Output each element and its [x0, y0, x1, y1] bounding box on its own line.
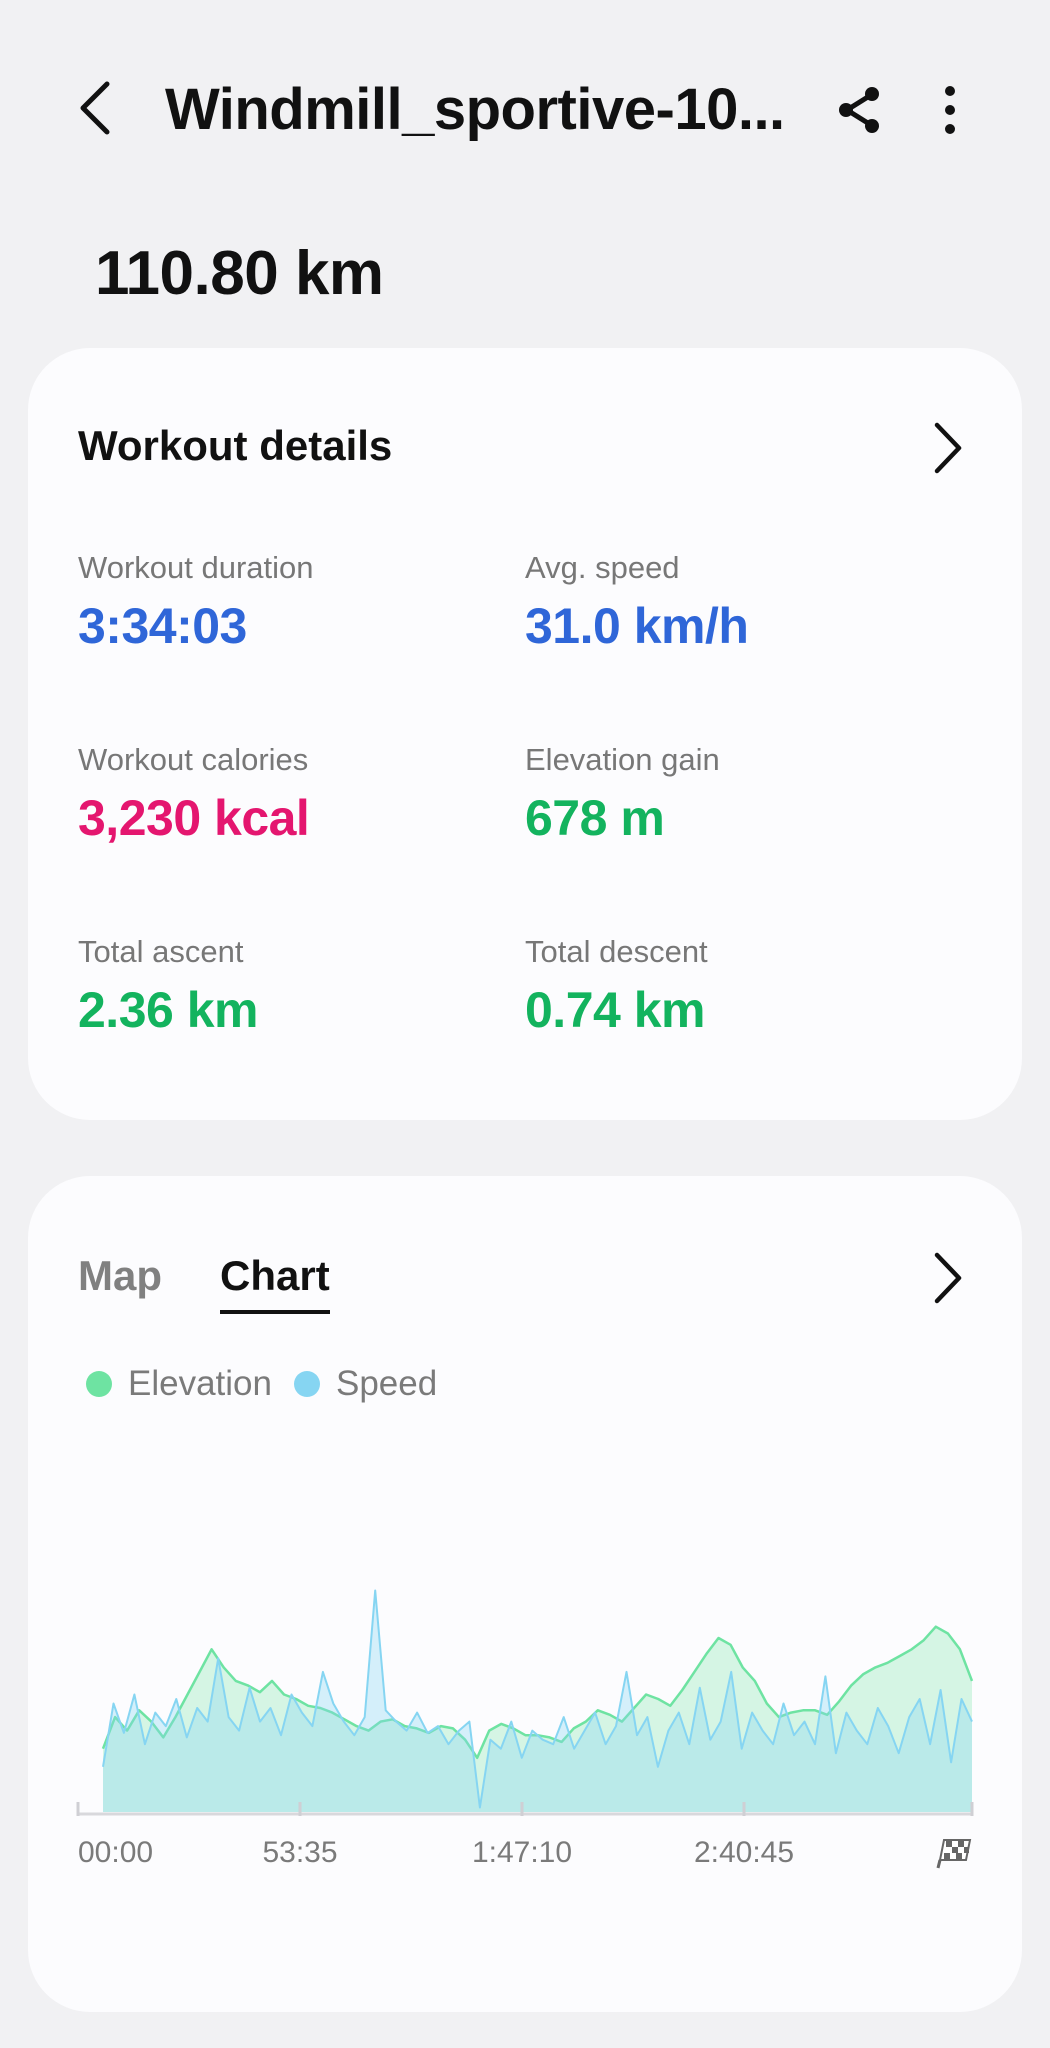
- stat-total-descent: Total descent 0.74 km: [525, 932, 945, 1042]
- stat-elevation-gain: Elevation gain 678 m: [525, 740, 945, 850]
- stat-value: 2.36 km: [78, 982, 258, 1038]
- stat-value: 3,230 kcal: [78, 790, 310, 846]
- back-button[interactable]: [70, 78, 120, 138]
- more-vertical-icon: [945, 86, 955, 134]
- top-app-bar: Windmill_sportive-10...: [0, 0, 1050, 220]
- stat-label: Avg. speed: [525, 550, 680, 585]
- chevron-right-icon: [934, 422, 962, 474]
- x-tick-label: 53:35: [262, 1836, 337, 1869]
- share-icon: [839, 87, 879, 133]
- stat-workout-calories: Workout calories 3,230 kcal: [78, 740, 498, 850]
- stat-value: 0.74 km: [525, 982, 705, 1038]
- workout-details-title: Workout details: [78, 422, 393, 469]
- stat-value: 678 m: [525, 790, 665, 846]
- x-tick-label: 1:47:10: [472, 1836, 572, 1869]
- share-button[interactable]: [830, 80, 890, 140]
- page-title: Windmill_sportive-10...: [165, 77, 785, 142]
- stat-label: Workout calories: [78, 742, 309, 777]
- chevron-left-icon: [80, 81, 110, 135]
- stat-total-ascent: Total ascent 2.36 km: [78, 932, 498, 1042]
- elevation-speed-chart: 00:00 53:35 1:47:10 2:40:45: [76, 1589, 974, 1869]
- stat-value: 3:34:03: [78, 598, 247, 654]
- stat-workout-duration: Workout duration 3:34:03: [78, 548, 498, 658]
- stat-avg-speed: Avg. speed 31.0 km/h: [525, 548, 945, 658]
- route-chart-card: Map Chart Elevation Speed 00:00 53:35 1:47…: [28, 1176, 1022, 2012]
- stat-label: Workout duration: [78, 550, 314, 585]
- x-tick-label: 00:00: [78, 1836, 153, 1869]
- more-options-button[interactable]: [925, 80, 975, 140]
- workout-details-card: Workout details Workout duration 3:34:03…: [28, 348, 1022, 1120]
- stat-label: Total descent: [525, 934, 708, 969]
- stat-label: Total ascent: [78, 934, 244, 969]
- checkered-flag-icon: [936, 1839, 972, 1869]
- x-tick-label: 2:40:45: [694, 1836, 794, 1869]
- stat-value: 31.0 km/h: [525, 598, 749, 654]
- workout-details-open-button[interactable]: [922, 418, 972, 478]
- stat-label: Elevation gain: [525, 742, 720, 777]
- total-distance: 110.80 km: [95, 239, 384, 308]
